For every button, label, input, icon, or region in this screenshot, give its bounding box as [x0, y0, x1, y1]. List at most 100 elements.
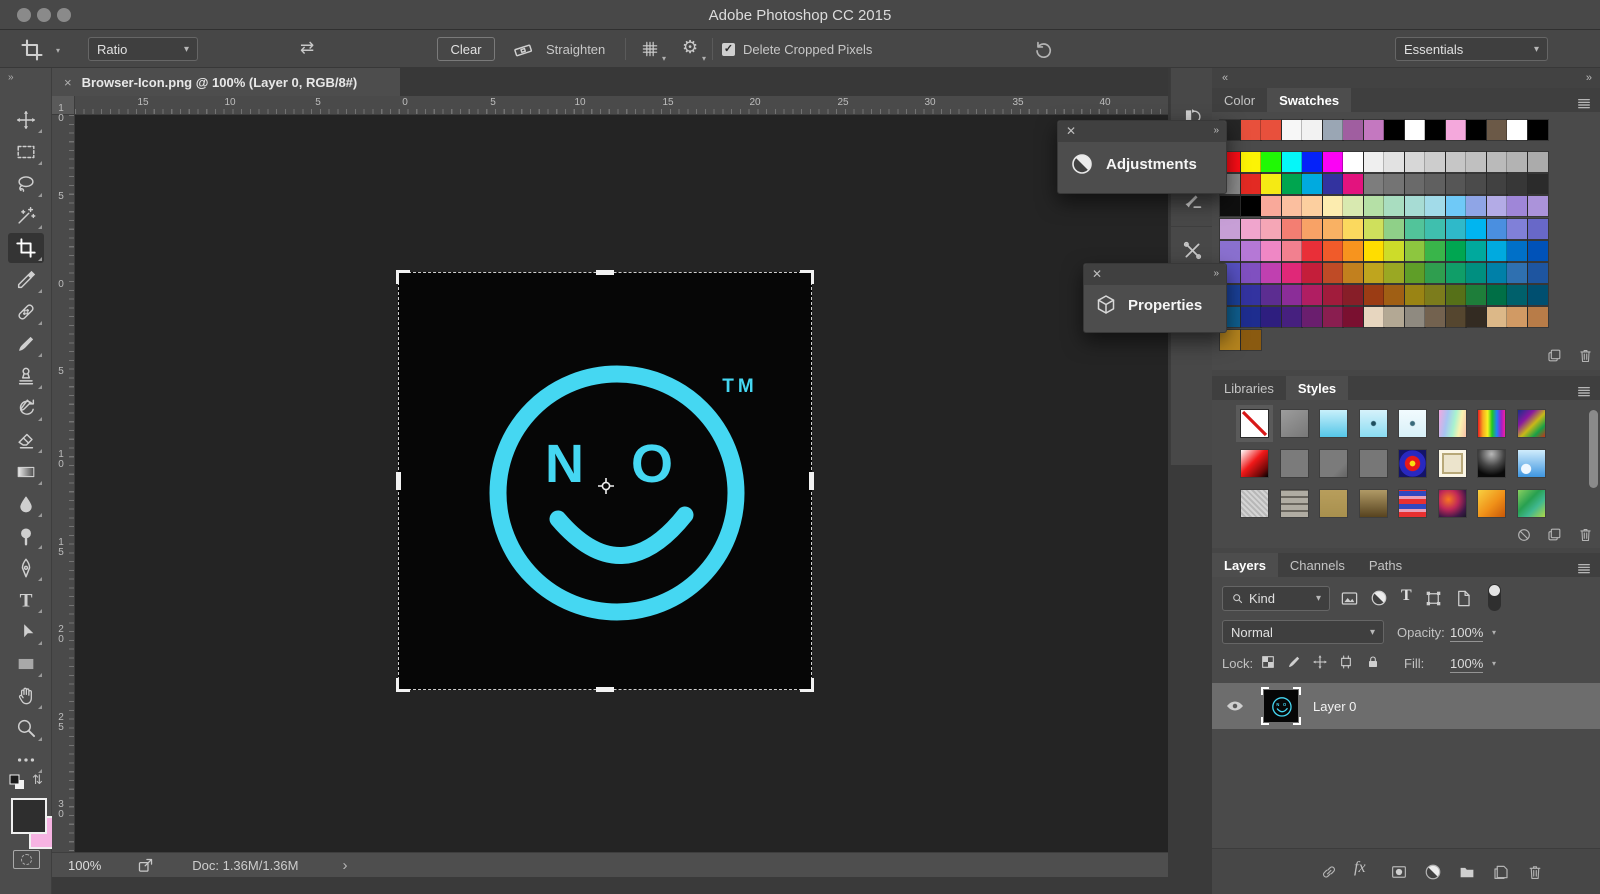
swatch[interactable]	[1302, 219, 1322, 239]
adjustments-panel-header[interactable]: ✕ »	[1058, 121, 1226, 142]
filter-pixel-layers-icon[interactable]	[1340, 589, 1359, 608]
style-lava[interactable]	[1438, 489, 1467, 518]
recent-swatch[interactable]	[1364, 120, 1384, 140]
swap-dimensions-icon[interactable]: ⇄	[300, 38, 314, 58]
swatch[interactable]	[1507, 196, 1527, 216]
swatch[interactable]	[1405, 263, 1425, 283]
swatch[interactable]	[1282, 285, 1302, 305]
swatch[interactable]	[1446, 219, 1466, 239]
reset-crop-icon[interactable]	[1032, 38, 1054, 60]
crop-handle-bottom[interactable]	[596, 687, 614, 692]
style-blue-frame-dot[interactable]	[1359, 409, 1388, 438]
swatch[interactable]	[1282, 219, 1302, 239]
swatch[interactable]	[1302, 307, 1322, 327]
zoom-tool[interactable]	[8, 713, 44, 743]
style-blue-glass[interactable]	[1319, 409, 1348, 438]
style-red-fade[interactable]	[1240, 449, 1269, 478]
swatch[interactable]	[1261, 307, 1281, 327]
swatch[interactable]	[1282, 174, 1302, 194]
swatch[interactable]	[1323, 285, 1343, 305]
style-flag-stripes[interactable]	[1398, 489, 1427, 518]
style-prism-dark[interactable]	[1517, 409, 1546, 438]
swatch[interactable]	[1261, 285, 1281, 305]
swatch[interactable]	[1220, 241, 1240, 261]
swatch[interactable]	[1405, 174, 1425, 194]
default-colors-icon[interactable]	[8, 774, 28, 792]
recent-swatch[interactable]	[1343, 120, 1363, 140]
swatch[interactable]	[1323, 307, 1343, 327]
swatch[interactable]	[1343, 263, 1363, 283]
eraser-tool[interactable]	[8, 425, 44, 455]
swatch[interactable]	[1507, 263, 1527, 283]
swatch[interactable]	[1466, 174, 1486, 194]
horizontal-ruler[interactable]: 151050510152025303540	[75, 96, 1168, 115]
tab-layers[interactable]: Layers	[1212, 553, 1278, 577]
workspace-select[interactable]: Essentials ▾	[1395, 37, 1548, 61]
clear-button[interactable]: Clear	[437, 37, 495, 61]
swatch[interactable]	[1241, 174, 1261, 194]
chevron-down-icon[interactable]: ▾	[1492, 659, 1496, 668]
crop-tool-icon[interactable]	[20, 38, 44, 62]
chevron-down-icon[interactable]: ▾	[56, 46, 60, 55]
swatch[interactable]	[1405, 152, 1425, 172]
swatch[interactable]	[1302, 263, 1322, 283]
swatch[interactable]	[1220, 219, 1240, 239]
swatch[interactable]	[1241, 285, 1261, 305]
swatch[interactable]	[1261, 263, 1281, 283]
swatch[interactable]	[1446, 307, 1466, 327]
swatch[interactable]	[1384, 174, 1404, 194]
edit-toolbar-button[interactable]	[8, 745, 44, 775]
panel-menu-icon[interactable]	[1576, 560, 1592, 576]
swap-colors-icon[interactable]: ⇅	[32, 772, 43, 788]
swatch[interactable]	[1302, 285, 1322, 305]
style-khaki[interactable]	[1319, 489, 1348, 518]
tab-libraries[interactable]: Libraries	[1212, 376, 1286, 400]
swatch[interactable]	[1425, 307, 1445, 327]
recent-swatch[interactable]	[1466, 120, 1486, 140]
tab-color[interactable]: Color	[1212, 88, 1267, 112]
style-soft-rainbow[interactable]	[1438, 409, 1467, 438]
swatch[interactable]	[1528, 196, 1548, 216]
swatch[interactable]	[1405, 285, 1425, 305]
swatch[interactable]	[1466, 196, 1486, 216]
rectangular-marquee-tool[interactable]	[8, 137, 44, 167]
quick-selection-tool[interactable]	[8, 201, 44, 231]
blur-tool[interactable]	[8, 489, 44, 519]
layer-filter-toggle[interactable]	[1488, 584, 1501, 611]
rectangle-tool[interactable]	[8, 649, 44, 679]
clear-style-icon[interactable]	[1516, 527, 1532, 543]
swatch[interactable]	[1507, 307, 1527, 327]
lock-artboard-icon[interactable]	[1338, 654, 1354, 670]
crop-handle-bottom-left[interactable]	[396, 678, 410, 692]
swatch[interactable]	[1323, 219, 1343, 239]
properties-panel-header[interactable]: ✕ »	[1084, 264, 1226, 285]
swatch[interactable]	[1384, 285, 1404, 305]
add-layer-mask-icon[interactable]	[1390, 863, 1408, 881]
expand-dock-icon[interactable]: »	[1586, 72, 1592, 84]
style-sky[interactable]	[1517, 449, 1546, 478]
close-icon[interactable]: ✕	[1066, 124, 1076, 138]
swatch[interactable]	[1261, 196, 1281, 216]
recent-swatch[interactable]	[1405, 120, 1425, 140]
fill-value[interactable]: 100%	[1450, 656, 1483, 673]
style-meadow[interactable]	[1517, 489, 1546, 518]
swatch[interactable]	[1528, 219, 1548, 239]
swatch[interactable]	[1302, 152, 1322, 172]
filter-smart-objects-icon[interactable]	[1454, 589, 1473, 608]
status-chevron-icon[interactable]: ›	[342, 857, 347, 874]
swatch[interactable]	[1261, 219, 1281, 239]
close-icon[interactable]: ✕	[1092, 267, 1102, 281]
style-gray-edge[interactable]	[1319, 449, 1348, 478]
swatch[interactable]	[1528, 285, 1548, 305]
swatch[interactable]	[1405, 219, 1425, 239]
crop-handle-right[interactable]	[809, 472, 814, 490]
swatch[interactable]	[1261, 152, 1281, 172]
recent-swatch[interactable]	[1384, 120, 1404, 140]
foreground-color-chip[interactable]	[11, 798, 47, 834]
swatch[interactable]	[1528, 241, 1548, 261]
swatch[interactable]	[1323, 196, 1343, 216]
swatch[interactable]	[1384, 196, 1404, 216]
swatch[interactable]	[1302, 174, 1322, 194]
swatch[interactable]	[1364, 285, 1384, 305]
recent-swatch[interactable]	[1507, 120, 1527, 140]
